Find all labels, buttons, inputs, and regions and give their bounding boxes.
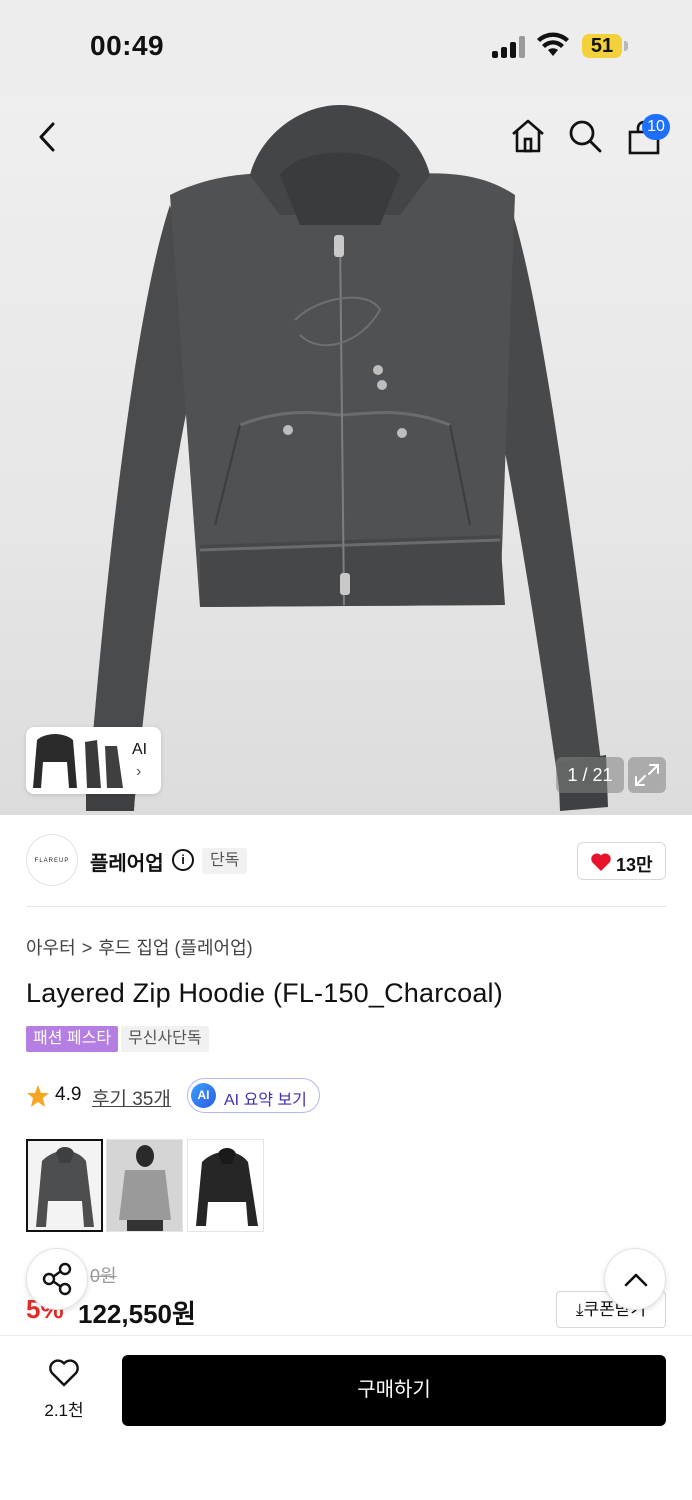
home-icon[interactable] [510, 118, 546, 154]
status-time: 00:49 [90, 30, 165, 61]
divider [26, 906, 666, 907]
info-icon[interactable]: i [172, 849, 194, 871]
cart-count-badge: 10 [642, 114, 670, 140]
wishlist-button[interactable]: 2.1천 [34, 1356, 94, 1420]
original-price: 0원 [90, 1266, 117, 1286]
brand-like-count: 13만 [616, 855, 653, 875]
chevron-up-icon [624, 1273, 648, 1287]
variant-black[interactable] [187, 1139, 264, 1232]
wishlist-count: 2.1천 [44, 1401, 84, 1420]
variant-charcoal-image [36, 1147, 94, 1227]
variant-black-image [188, 1140, 263, 1231]
expand-button[interactable] [628, 757, 666, 793]
variant-charcoal[interactable] [26, 1139, 103, 1232]
breadcrumb-subcategory[interactable]: 후드 집업 (플레어업) [98, 938, 252, 958]
battery-tip [624, 41, 628, 51]
search-icon[interactable] [567, 118, 603, 154]
sale-price: 122,550원 [78, 1299, 196, 1329]
battery-icon: 51 [582, 34, 622, 58]
cellular-signal-icon [492, 36, 526, 58]
buy-button[interactable]: 구매하기 [122, 1355, 666, 1426]
breadcrumb-category[interactable]: 아우터 [26, 938, 76, 958]
rating-value: 4.9 [55, 1084, 82, 1105]
fashion-festa-tag: 패션 페스타 [26, 1026, 119, 1052]
share-icon [42, 1262, 72, 1296]
scroll-top-button[interactable] [604, 1248, 666, 1310]
reviews-link[interactable]: 후기 35개 [92, 1084, 171, 1111]
brand-like-button[interactable]: 13만 [577, 842, 666, 880]
image-counter: 1 / 21 [556, 757, 624, 793]
product-image-gallery[interactable] [0, 95, 692, 815]
star-icon [27, 1085, 49, 1107]
share-button[interactable] [26, 1248, 88, 1310]
ai-summary-button[interactable]: AI AI 요약 보기 [187, 1078, 320, 1113]
ai-lookbook-thumbnail[interactable]: AI › [26, 727, 161, 794]
ai-badge-icon: AI [191, 1083, 216, 1108]
back-icon[interactable] [36, 122, 58, 152]
status-bar: 00:49 51 [0, 0, 692, 95]
ai-thumbnail-images [33, 734, 123, 788]
brand-name[interactable]: 플레어업 [90, 847, 164, 876]
heart-filled-icon [591, 853, 611, 871]
musinsa-exclusive-tag: 무신사단독 [121, 1026, 209, 1052]
exclusive-tag: 단독 [202, 848, 248, 874]
ai-summary-label: AI 요약 보기 [224, 1092, 307, 1109]
product-main-image [86, 105, 608, 811]
expand-icon [635, 764, 659, 786]
wifi-icon [537, 32, 569, 56]
brand-logo[interactable]: FLAREUP [26, 834, 78, 886]
variant-gray-image [107, 1140, 182, 1231]
variant-gray[interactable] [106, 1139, 183, 1232]
product-title: Layered Zip Hoodie (FL-150_Charcoal) [26, 978, 503, 1008]
breadcrumb: 아우터 > 후드 집업 (플레어업) [26, 934, 253, 960]
breadcrumb-separator: > [81, 938, 93, 958]
heart-outline-icon [49, 1359, 79, 1387]
ai-label: AI [132, 741, 148, 758]
chevron-right-icon: › [136, 763, 142, 780]
